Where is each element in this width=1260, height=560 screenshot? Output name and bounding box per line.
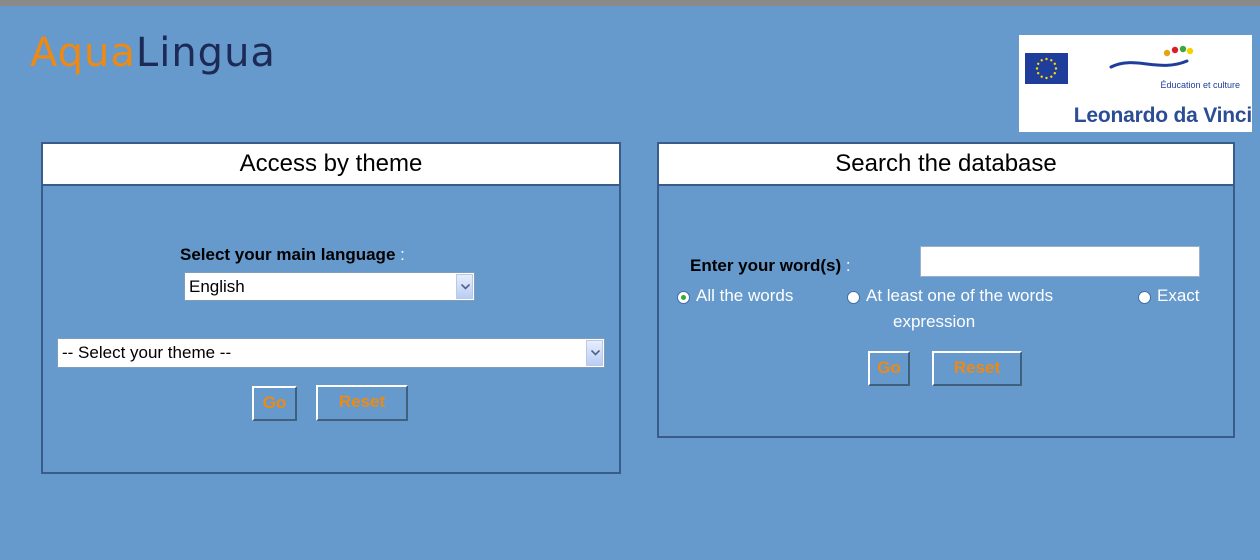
search-words-input[interactable] — [920, 246, 1200, 277]
access-by-theme-title: Access by theme — [43, 144, 619, 186]
exact-label: Exact — [1157, 286, 1200, 305]
logo-aqua-text: Aqua — [30, 30, 136, 76]
all-words-label: All the words — [696, 286, 794, 305]
chevron-down-icon[interactable] — [586, 340, 603, 366]
at-least-one-radio[interactable] — [847, 291, 860, 304]
main-language-value: English — [189, 277, 245, 296]
main-language-label: Select your main language : — [180, 245, 405, 265]
leonardo-da-vinci-text: Leonardo da Vinci — [1073, 104, 1252, 127]
at-least-one-label: At least one of the words — [866, 286, 1054, 305]
access-by-theme-panel: Access by theme — [41, 142, 621, 474]
search-reset-button[interactable]: Reset — [932, 351, 1022, 386]
top-border — [0, 0, 1260, 6]
leonardo-da-vinci-logo[interactable]: Éducation et culture Leonardo da Vinci — [1019, 35, 1252, 132]
logo-lingua-text: Lingua — [135, 30, 276, 76]
expression-label: expression — [893, 312, 976, 331]
theme-go-button[interactable]: Go — [252, 386, 297, 421]
education-culture-text: Éducation et culture — [1160, 80, 1240, 90]
chevron-down-icon[interactable] — [456, 274, 473, 299]
theme-reset-button[interactable]: Reset — [316, 385, 408, 421]
words-colon: : — [845, 256, 851, 275]
aqualingua-logo[interactable]: AquaLingua — [30, 33, 276, 73]
search-database-title: Search the database — [659, 144, 1233, 186]
exact-expression-radio[interactable] — [1138, 291, 1151, 304]
theme-value: -- Select your theme -- — [62, 343, 232, 362]
education-culture-emblem-icon — [1109, 45, 1209, 84]
theme-select[interactable]: -- Select your theme -- — [57, 338, 605, 368]
main-language-colon: : — [400, 245, 405, 264]
search-go-button[interactable]: Go — [868, 351, 910, 386]
main-language-select[interactable]: English — [184, 272, 475, 301]
main-language-label-text: Select your main language — [180, 245, 396, 264]
words-label-text: Enter your word(s) — [690, 256, 842, 275]
all-words-radio[interactable] — [677, 291, 690, 304]
words-label: Enter your word(s) : — [690, 256, 851, 276]
